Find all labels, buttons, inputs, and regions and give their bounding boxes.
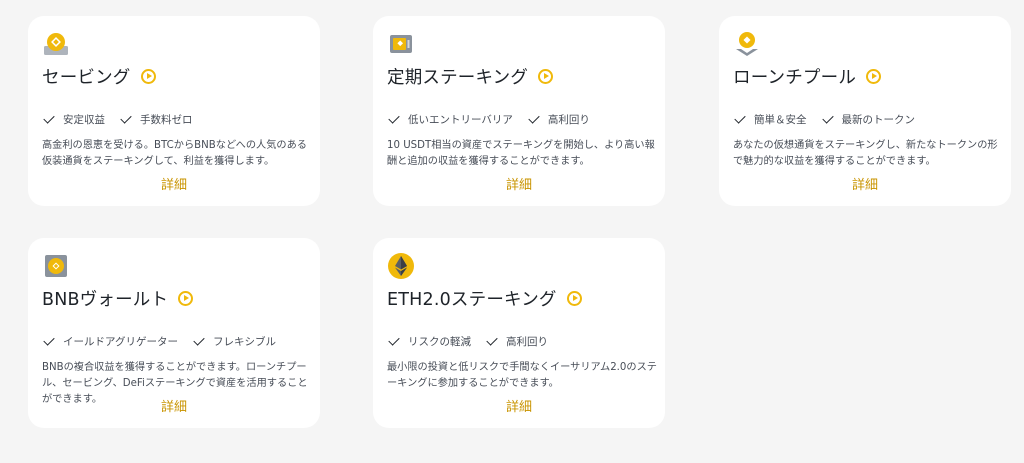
check-icon	[486, 334, 498, 346]
check-icon	[821, 112, 834, 124]
feature-list: リスクの軽減 高利回り	[387, 334, 562, 349]
card-description: 最小限の投資と低リスクで手間なくイーサリアム2.0のステーキングに参加することが…	[387, 362, 657, 389]
card-title: セービング	[42, 67, 131, 88]
card-description: あなたの仮想通貨をステーキングし、新たなトークンの形で魅力的な収益を獲得すること…	[733, 140, 998, 167]
feature-item: イールドアグリゲーター	[42, 334, 178, 349]
feature-label: イールドアグリゲーター	[63, 336, 178, 348]
feature-label: フレキシブル	[212, 336, 276, 348]
feature-list: 簡単＆安全 最新のトークン	[733, 112, 929, 127]
check-icon	[193, 334, 205, 346]
feature-item: 最新のトークン	[821, 112, 916, 127]
feature-label: 高利回り	[547, 114, 590, 126]
feature-label: 簡単＆安全	[754, 114, 807, 126]
detail-link[interactable]: 詳細	[28, 396, 320, 415]
card-description: 10 USDT相当の資産でステーキングを開始し、より高い報酬と追加の収益を獲得す…	[387, 140, 655, 167]
savings-coin-icon	[42, 30, 70, 58]
play-video-icon[interactable]	[178, 290, 194, 306]
check-icon	[120, 112, 132, 124]
check-icon	[43, 334, 55, 346]
detail-link[interactable]: 詳細	[373, 174, 665, 193]
staking-vault-icon	[387, 30, 415, 58]
feature-label: 安定収益	[63, 114, 105, 126]
feature-item: リスクの軽減	[387, 334, 471, 349]
card-title: BNBヴォールト	[42, 289, 169, 310]
product-card-savings: セービング 安定収益 手数料ゼロ 高金利の恩恵を受ける。BTCからBNBなどへの…	[28, 16, 320, 206]
check-icon	[388, 112, 400, 124]
feature-item: フレキシブル	[192, 334, 276, 349]
card-title-row: ETH2.0ステーキング	[387, 286, 582, 310]
card-description: 高金利の恩恵を受ける。BTCからBNBなどへの人気のある仮装通貨をステーキングし…	[42, 140, 307, 167]
feature-label: 低いエントリーバリア	[408, 114, 513, 126]
card-title-row: 定期ステーキング	[387, 64, 554, 88]
feature-item: 高利回り	[485, 334, 548, 349]
play-video-icon[interactable]	[566, 290, 582, 306]
detail-link[interactable]: 詳細	[373, 396, 665, 415]
feature-label: 高利回り	[506, 336, 548, 348]
card-title-row: ローンチプール	[733, 64, 882, 88]
feature-label: リスクの軽減	[408, 336, 471, 348]
feature-item: 低いエントリーバリア	[387, 112, 513, 127]
feature-label: 最新のトークン	[841, 114, 916, 126]
product-card-locked-staking: 定期ステーキング 低いエントリーバリア 高利回り 10 USDT相当の資産でステ…	[373, 16, 665, 206]
feature-item: 高利回り	[527, 112, 590, 127]
card-title: 定期ステーキング	[387, 67, 529, 88]
product-card-launchpool: ローンチプール 簡単＆安全 最新のトークン あなたの仮想通貨をステーキングし、新…	[719, 16, 1011, 206]
feature-label: 手数料ゼロ	[140, 114, 193, 126]
card-title-row: セービング	[42, 64, 156, 88]
detail-link[interactable]: 詳細	[28, 174, 320, 193]
ethereum-icon	[387, 252, 415, 280]
card-title: ローンチプール	[733, 67, 857, 88]
feature-list: 低いエントリーバリア 高利回り	[387, 112, 604, 127]
launchpool-icon	[733, 30, 761, 58]
bnb-vault-icon	[42, 252, 70, 280]
play-video-icon[interactable]	[140, 68, 156, 84]
product-card-eth2-staking: ETH2.0ステーキング リスクの軽減 高利回り 最小限の投資と低リスクで手間な…	[373, 238, 665, 428]
play-video-icon[interactable]	[538, 68, 554, 84]
check-icon	[388, 334, 400, 346]
feature-item: 安定収益	[42, 112, 105, 127]
card-title-row: BNBヴォールト	[42, 286, 194, 310]
check-icon	[528, 112, 540, 124]
card-title: ETH2.0ステーキング	[387, 289, 557, 310]
detail-link[interactable]: 詳細	[719, 174, 1011, 193]
product-card-bnb-vault: BNBヴォールト イールドアグリゲーター フレキシブル BNBの複合収益を獲得す…	[28, 238, 320, 428]
feature-list: イールドアグリゲーター フレキシブル	[42, 334, 290, 349]
feature-list: 安定収益 手数料ゼロ	[42, 112, 207, 127]
feature-item: 手数料ゼロ	[119, 112, 193, 127]
check-icon	[734, 112, 746, 124]
feature-item: 簡単＆安全	[733, 112, 807, 127]
play-video-icon[interactable]	[866, 68, 882, 84]
check-icon	[43, 112, 55, 124]
